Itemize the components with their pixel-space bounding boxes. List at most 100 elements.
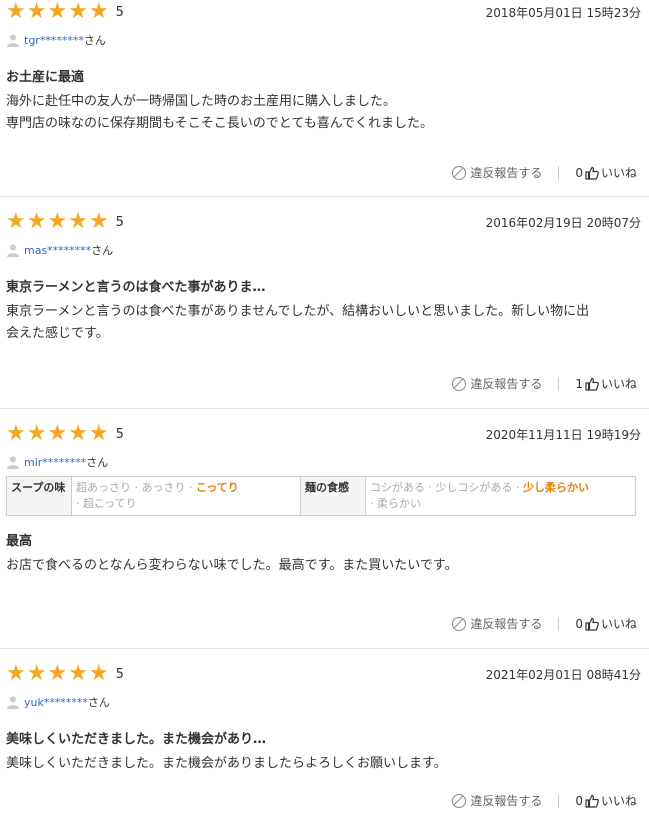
rating-score: 5 xyxy=(115,666,124,682)
rating-score: 5 xyxy=(115,426,124,442)
like-button[interactable]: 0 いいね xyxy=(575,164,637,181)
like-button[interactable]: 0 いいね xyxy=(575,615,637,632)
review-title: 東京ラーメンと言うのは食べた事がありま… xyxy=(6,280,266,295)
report-label: 違反報告する xyxy=(470,794,543,808)
reviewer: mir******** さん xyxy=(6,454,641,470)
star-icon: ★ xyxy=(26,0,47,24)
soup-label: スープの味 xyxy=(6,476,72,516)
user-icon xyxy=(7,696,19,709)
honorific: さん xyxy=(86,456,109,469)
like-label: いいね xyxy=(600,377,637,391)
thumbs-up-icon xyxy=(585,617,599,631)
star-rating: ★ ★ ★ ★ ★ 5 xyxy=(6,211,124,233)
reviewer: mas******** さん xyxy=(6,242,641,258)
user-icon xyxy=(7,456,19,469)
like-label: いいね xyxy=(600,617,637,631)
star-icon: ★ xyxy=(47,209,68,234)
star-icon: ★ xyxy=(47,0,68,24)
star-icon: ★ xyxy=(88,421,109,446)
thumbs-up-icon xyxy=(585,377,599,391)
review-body: 美味しくいただきました。また機会がありましたらよろしくお願いします。 xyxy=(6,753,641,775)
noodle-option: 柔らかい xyxy=(377,497,421,510)
report-label: 違反報告する xyxy=(470,617,543,631)
star-icon: ★ xyxy=(47,661,68,686)
review-actions: 違反報告する 0 いいね xyxy=(452,164,637,181)
review-body-line: 海外に赴任中の友人が一時帰国した時のお土産用に購入しました。 xyxy=(6,94,397,109)
reviewer: tgr******** さん xyxy=(6,32,641,48)
prohibited-icon xyxy=(452,165,467,180)
report-button[interactable]: 違反報告する xyxy=(452,164,542,181)
divider xyxy=(558,793,560,808)
star-icon: ★ xyxy=(47,421,68,446)
review-date: 2021年02月01日 08時41分 xyxy=(485,667,641,682)
review-item: ★ ★ ★ ★ ★ 5 2021年02月01日 08時41分 yuk******** さん… xyxy=(0,649,649,837)
like-label: いいね xyxy=(600,166,637,180)
review-body-line: 美味しくいただきました。また機会がありましたらよろしくお願いします。 xyxy=(6,756,447,771)
review-title: 美味しくいただきました。また機会があり… xyxy=(6,732,267,747)
star-icon: ★ xyxy=(6,0,26,24)
star-rating: ★ ★ ★ ★ ★ 5 xyxy=(6,423,124,445)
rating-score: 5 xyxy=(115,214,124,230)
review-title: 最高 xyxy=(6,534,33,549)
like-count: 1 xyxy=(575,376,583,391)
reviewer-name[interactable]: yuk******** xyxy=(24,696,88,709)
divider xyxy=(558,376,560,391)
honorific: さん xyxy=(87,696,110,709)
soup-option: あっさり xyxy=(141,481,186,494)
review-actions: 違反報告する 0 いいね xyxy=(452,615,637,632)
like-button[interactable]: 1 いいね xyxy=(575,375,637,392)
review-title: お土産に最適 xyxy=(6,70,85,85)
star-icon: ★ xyxy=(6,209,26,234)
thumbs-up-icon xyxy=(585,166,599,180)
reviewer-name[interactable]: tgr******** xyxy=(24,34,84,47)
like-count: 0 xyxy=(575,616,583,631)
report-button[interactable]: 違反報告する xyxy=(452,792,542,809)
prohibited-icon xyxy=(452,793,467,808)
report-label: 違反報告する xyxy=(470,377,543,391)
noodle-option: コシがある xyxy=(370,481,425,494)
noodle-option-selected: 少し柔らかい xyxy=(523,481,589,494)
review-body: お店で食べるのとなんら変わらない味でした。最高です。また買いたいです。 xyxy=(6,555,641,577)
soup-options: 超あっさり · あっさり · こってり · 超こってり xyxy=(71,476,301,516)
star-rating: ★ ★ ★ ★ ★ 5 xyxy=(6,663,124,685)
divider xyxy=(558,616,560,631)
star-icon: ★ xyxy=(6,661,26,686)
like-count: 0 xyxy=(575,793,583,808)
review-actions: 違反報告する 1 いいね xyxy=(452,375,637,392)
star-icon: ★ xyxy=(26,421,47,446)
reviewer: yuk******** さん xyxy=(6,694,641,710)
noodle-option: 少しコシがある xyxy=(435,481,513,494)
review-actions: 違反報告する 0 いいね xyxy=(452,792,637,809)
review-item: ★ ★ ★ ★ ★ 5 2018年05月01日 15時23分 tgr******** さん… xyxy=(0,0,649,197)
report-button[interactable]: 違反報告する xyxy=(452,375,542,392)
star-icon: ★ xyxy=(88,661,109,686)
honorific: さん xyxy=(91,244,114,257)
star-rating: ★ ★ ★ ★ ★ 5 xyxy=(6,1,124,23)
taste-attributes-table: スープの味 超あっさり · あっさり · こってり · 超こってり 麺の食感 コ… xyxy=(6,476,636,516)
review-date: 2016年02月19日 20時07分 xyxy=(485,215,641,230)
prohibited-icon xyxy=(452,616,467,631)
like-count: 0 xyxy=(575,165,583,180)
user-icon xyxy=(7,34,19,47)
review-date: 2018年05月01日 15時23分 xyxy=(485,5,641,20)
star-icon: ★ xyxy=(88,209,109,234)
review-date: 2020年11月11日 19時19分 xyxy=(485,427,641,442)
review-item: ★ ★ ★ ★ ★ 5 2016年02月19日 20時07分 mas******** さん… xyxy=(0,197,649,409)
soup-option-selected: こってり xyxy=(196,481,239,494)
soup-option: 超こってり xyxy=(83,497,137,510)
reviewer-name[interactable]: mas******** xyxy=(24,244,91,257)
review-body: 東京ラーメンと言うのは食べた事がありませんでしたが、結構おいしいと思いました。新… xyxy=(6,301,641,345)
star-icon: ★ xyxy=(88,0,109,24)
star-icon: ★ xyxy=(68,421,88,446)
star-icon: ★ xyxy=(68,0,88,24)
soup-option: 超あっさり xyxy=(76,481,131,494)
star-icon: ★ xyxy=(6,421,26,446)
star-icon: ★ xyxy=(68,661,88,686)
like-button[interactable]: 0 いいね xyxy=(575,792,637,809)
reviewer-name[interactable]: mir******** xyxy=(24,456,86,469)
review-body-line: お店で食べるのとなんら変わらない味でした。最高です。また買いたいです。 xyxy=(6,558,458,573)
prohibited-icon xyxy=(452,376,467,391)
star-icon: ★ xyxy=(26,661,47,686)
report-button[interactable]: 違反報告する xyxy=(452,615,542,632)
noodle-options: コシがある · 少しコシがある · 少し柔らかい · 柔らかい xyxy=(365,476,636,516)
